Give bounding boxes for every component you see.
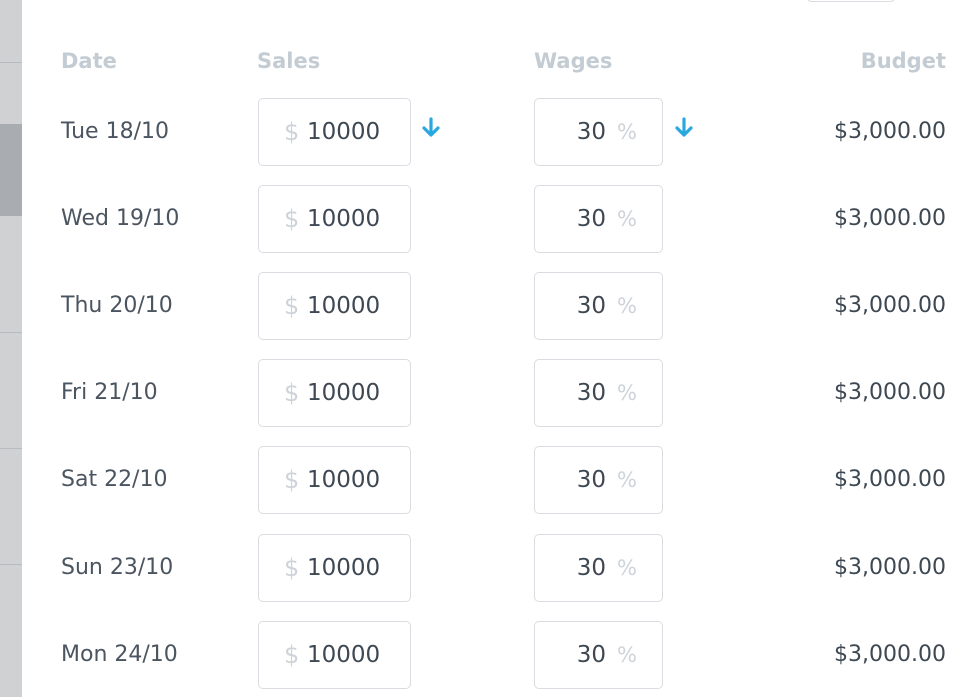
percent-symbol: % [617, 207, 637, 231]
percent-symbol: % [617, 556, 637, 580]
row-budget: $3,000.00 [834, 642, 946, 667]
row-date: Sat 22/10 [61, 467, 168, 492]
column-header-date: Date [61, 49, 117, 73]
sales-input[interactable]: $ 10000 [258, 534, 411, 602]
sales-input[interactable]: $ 10000 [258, 621, 411, 689]
row-date: Wed 19/10 [61, 206, 180, 231]
wages-value: 30 [576, 555, 606, 581]
background-page [0, 0, 22, 697]
sales-input[interactable]: $ 10000 [258, 446, 411, 514]
wages-value: 30 [576, 380, 606, 406]
sales-input[interactable]: $ 10000 [258, 272, 411, 340]
row-date: Mon 24/10 [61, 642, 178, 667]
modal-header-button[interactable] [806, 0, 896, 2]
background-divider [0, 332, 22, 333]
row-date: Thu 20/10 [61, 293, 173, 318]
wages-value: 30 [576, 293, 606, 319]
background-highlight [0, 124, 22, 216]
wages-input[interactable]: 30 % [534, 534, 663, 602]
row-budget: $3,000.00 [834, 206, 946, 231]
currency-symbol: $ [284, 554, 300, 582]
wages-input[interactable]: 30 % [534, 446, 663, 514]
column-header-budget: Budget [860, 49, 946, 73]
arrow-down-icon[interactable] [419, 116, 443, 140]
percent-symbol: % [617, 294, 637, 318]
table-row: Thu 20/10 $ 10000 30 % $3,000.00 [22, 272, 970, 340]
wages-input[interactable]: 30 % [534, 621, 663, 689]
wages-value: 30 [576, 642, 606, 668]
background-divider [0, 448, 22, 449]
percent-symbol: % [617, 468, 637, 492]
wages-input[interactable]: 30 % [534, 359, 663, 427]
row-date: Fri 21/10 [61, 380, 158, 405]
wages-input[interactable]: 30 % [534, 272, 663, 340]
currency-symbol: $ [284, 466, 300, 494]
currency-symbol: $ [284, 379, 300, 407]
sales-value: 10000 [307, 380, 381, 406]
row-budget: $3,000.00 [834, 467, 946, 492]
wages-input[interactable]: 30 % [534, 185, 663, 253]
table-row: Mon 24/10 $ 10000 30 % $3,000.00 [22, 621, 970, 689]
sales-value: 10000 [307, 293, 381, 319]
sales-value: 10000 [307, 642, 381, 668]
row-budget: $3,000.00 [834, 555, 946, 580]
column-header-wages: Wages [534, 49, 613, 73]
wages-value: 30 [576, 467, 606, 493]
wages-input[interactable]: 30 % [534, 98, 663, 166]
sales-input[interactable]: $ 10000 [258, 98, 411, 166]
percent-symbol: % [617, 120, 637, 144]
background-divider [0, 564, 22, 565]
percent-symbol: % [617, 381, 637, 405]
row-date: Sun 23/10 [61, 555, 174, 580]
sales-input[interactable]: $ 10000 [258, 185, 411, 253]
arrow-down-icon[interactable] [672, 116, 696, 140]
percent-symbol: % [617, 643, 637, 667]
column-header-sales: Sales [257, 49, 321, 73]
sales-value: 10000 [307, 555, 381, 581]
row-budget: $3,000.00 [834, 380, 946, 405]
wages-value: 30 [576, 119, 606, 145]
sales-value: 10000 [307, 206, 381, 232]
table-row: Sat 22/10 $ 10000 30 % $3,000.00 [22, 446, 970, 514]
wages-value: 30 [576, 206, 606, 232]
currency-symbol: $ [284, 205, 300, 233]
table-row: Fri 21/10 $ 10000 30 % $3,000.00 [22, 359, 970, 427]
currency-symbol: $ [284, 292, 300, 320]
row-budget: $3,000.00 [834, 293, 946, 318]
sales-input[interactable]: $ 10000 [258, 359, 411, 427]
budget-modal: Date Sales Wages Budget Tue 18/10 $ 1000… [22, 0, 970, 697]
sales-value: 10000 [307, 467, 381, 493]
table-row: Wed 19/10 $ 10000 30 % $3,000.00 [22, 185, 970, 253]
background-divider [0, 62, 22, 63]
row-budget: $3,000.00 [834, 119, 946, 144]
table-row: Sun 23/10 $ 10000 30 % $3,000.00 [22, 534, 970, 602]
table-row: Tue 18/10 $ 10000 30 % $3,000.00 [22, 98, 970, 166]
row-date: Tue 18/10 [61, 119, 169, 144]
currency-symbol: $ [284, 118, 300, 146]
currency-symbol: $ [284, 641, 300, 669]
sales-value: 10000 [307, 119, 381, 145]
